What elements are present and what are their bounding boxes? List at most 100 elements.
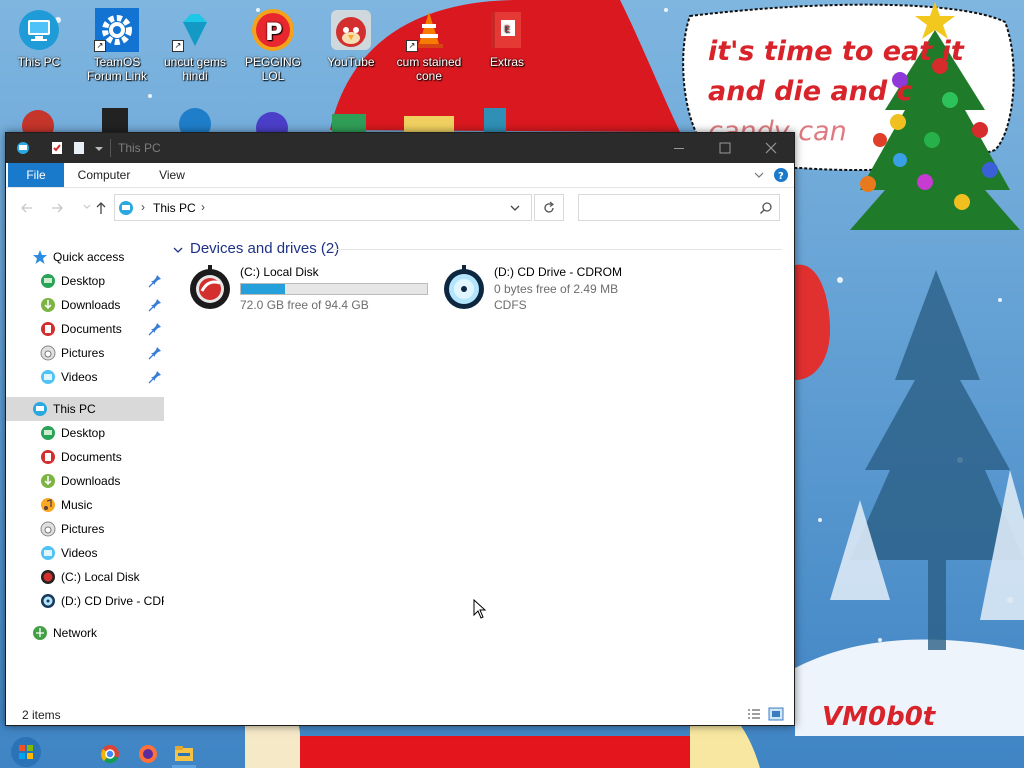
nav-label: Pictures bbox=[61, 346, 105, 360]
drive-tile-c[interactable]: (C:) Local Disk 72.0 GB free of 94.4 GB bbox=[188, 261, 438, 317]
drive-name: (C:) Local Disk bbox=[240, 265, 319, 279]
pin-icon[interactable] bbox=[148, 274, 162, 288]
minimize-button[interactable] bbox=[656, 133, 702, 163]
nav-pc-documents[interactable]: Documents bbox=[6, 445, 164, 469]
downloads-folder-icon bbox=[41, 474, 55, 488]
this-pc-icon bbox=[17, 142, 29, 154]
shortcut-arrow-icon: ↗ bbox=[406, 40, 418, 52]
drive-tile-d[interactable]: (D:) CD Drive - CDROM 0 bytes free of 2.… bbox=[442, 261, 702, 317]
desktop-icon-label: uncut gems hindi bbox=[163, 55, 227, 83]
nav-pc-desktop[interactable]: Desktop bbox=[6, 421, 164, 445]
expand-ribbon-icon[interactable] bbox=[752, 168, 766, 182]
nav-pc-videos[interactable]: Videos bbox=[6, 541, 164, 565]
breadcrumb-separator: › bbox=[141, 200, 145, 214]
shortcut-arrow-icon: ↗ bbox=[94, 40, 106, 52]
nav-quick-videos[interactable]: Videos bbox=[6, 365, 164, 389]
forward-arrow-icon[interactable] bbox=[50, 201, 64, 215]
nav-this-pc[interactable]: This PC bbox=[6, 397, 164, 421]
search-input[interactable] bbox=[578, 194, 780, 221]
nav-quick-downloads[interactable]: Downloads bbox=[6, 293, 164, 317]
nav-pc-local-disk[interactable]: (C:) Local Disk bbox=[6, 565, 164, 589]
collapse-chevron-icon[interactable] bbox=[172, 244, 184, 256]
group-header-label: Devices and drives (2) bbox=[190, 240, 340, 257]
desktop-icon-label: YouTube bbox=[327, 55, 375, 69]
refresh-icon bbox=[544, 201, 555, 213]
nav-label: Music bbox=[61, 498, 93, 512]
monitor-icon bbox=[19, 10, 59, 50]
network-icon bbox=[33, 626, 47, 640]
mouse-cursor-icon bbox=[473, 599, 487, 619]
nav-quick-pictures[interactable]: Pictures bbox=[6, 341, 164, 365]
tab-view[interactable]: View bbox=[146, 163, 198, 187]
nav-label: Documents bbox=[61, 322, 122, 336]
nav-pc-downloads[interactable]: Downloads bbox=[6, 469, 164, 493]
tab-computer[interactable]: Computer bbox=[66, 163, 142, 187]
breadcrumb-this-pc[interactable]: This PC bbox=[153, 201, 196, 215]
pin-icon[interactable] bbox=[148, 370, 162, 384]
title-bar[interactable]: This PC bbox=[6, 133, 794, 163]
star-icon bbox=[33, 250, 47, 264]
up-arrow-icon[interactable] bbox=[94, 201, 108, 215]
back-arrow-icon[interactable] bbox=[20, 201, 34, 215]
nav-label: Videos bbox=[61, 546, 98, 560]
details-view-icon[interactable] bbox=[746, 707, 762, 721]
desktop-icon-this-pc[interactable]: This PC bbox=[0, 8, 78, 69]
nav-label: Documents bbox=[61, 450, 122, 464]
chrome-icon[interactable] bbox=[100, 744, 120, 764]
breadcrumb-separator[interactable]: › bbox=[201, 200, 205, 214]
pictures-folder-icon bbox=[40, 345, 56, 361]
file-explorer-taskbar-icon[interactable] bbox=[174, 744, 194, 764]
desktop-icon-cone[interactable]: ↗ cum stained cone bbox=[390, 8, 468, 83]
group-divider bbox=[332, 249, 782, 250]
desktop-icon-uncut-gems[interactable]: ↗ uncut gems hindi bbox=[156, 8, 234, 83]
downloads-folder-icon bbox=[41, 298, 55, 312]
svg-text:?: ? bbox=[778, 171, 784, 182]
nav-label: Desktop bbox=[61, 426, 106, 440]
pin-icon[interactable] bbox=[148, 322, 162, 336]
help-icon[interactable]: ? bbox=[774, 168, 788, 182]
nav-quick-desktop[interactable]: Desktop bbox=[6, 269, 164, 293]
start-button[interactable] bbox=[6, 736, 46, 768]
item-count: 2 items bbox=[22, 708, 61, 722]
pin-icon[interactable] bbox=[148, 346, 162, 360]
drive-usage-fill bbox=[241, 284, 286, 294]
desktop-icon-pegging[interactable]: P PEGGING LOL bbox=[234, 8, 312, 83]
large-icons-view-icon[interactable] bbox=[768, 707, 784, 721]
nav-label: Desktop bbox=[61, 274, 106, 288]
refresh-button[interactable] bbox=[534, 194, 564, 221]
nav-pc-music[interactable]: Music bbox=[6, 493, 164, 517]
desktop-icon-youtube[interactable]: YouTube bbox=[312, 8, 390, 69]
desktop-icon-label: PEGGING LOL bbox=[244, 55, 301, 83]
close-button[interactable] bbox=[748, 133, 794, 163]
chevron-down-icon[interactable] bbox=[92, 141, 106, 155]
desktop-icon-extras[interactable]: E Extras bbox=[468, 8, 546, 69]
recent-locations-icon[interactable] bbox=[80, 199, 94, 213]
maximize-button[interactable] bbox=[702, 133, 748, 163]
book-icon: E bbox=[491, 12, 521, 48]
address-bar[interactable]: › This PC › bbox=[114, 194, 532, 221]
group-header[interactable]: Devices and drives (2) bbox=[172, 239, 782, 259]
videos-folder-icon bbox=[41, 370, 55, 384]
nav-label: This PC bbox=[53, 402, 96, 416]
nav-pc-cd-drive[interactable]: (D:) CD Drive - CDR bbox=[6, 589, 164, 613]
nav-quick-access[interactable]: Quick access bbox=[6, 245, 164, 269]
desktop-icon-label: Extras bbox=[489, 55, 524, 69]
tab-file[interactable]: File bbox=[8, 163, 64, 187]
properties-icon[interactable] bbox=[50, 141, 64, 155]
desktop-icon-teamos[interactable]: ↗ TeamOS Forum Link bbox=[78, 8, 156, 83]
nav-label: Quick access bbox=[53, 250, 125, 264]
nav-pc-pictures[interactable]: Pictures bbox=[6, 517, 164, 541]
file-explorer-window[interactable]: This PC File Computer View ? › This PC › bbox=[5, 132, 795, 726]
address-dropdown-icon[interactable] bbox=[509, 202, 521, 214]
pin-icon[interactable] bbox=[148, 298, 162, 312]
nav-network[interactable]: Network bbox=[6, 621, 164, 645]
ribbon-tabs: File Computer View ? bbox=[6, 163, 794, 188]
videos-folder-icon bbox=[41, 546, 55, 560]
nav-quick-documents[interactable]: Documents bbox=[6, 317, 164, 341]
new-folder-icon[interactable] bbox=[72, 141, 86, 155]
desktop-icon-label: TeamOS Forum Link bbox=[86, 55, 148, 83]
firefox-icon[interactable] bbox=[138, 744, 158, 764]
shortcut-arrow-icon: ↗ bbox=[172, 40, 184, 52]
nav-label: (C:) Local Disk bbox=[61, 570, 140, 584]
hard-drive-icon bbox=[41, 570, 55, 584]
